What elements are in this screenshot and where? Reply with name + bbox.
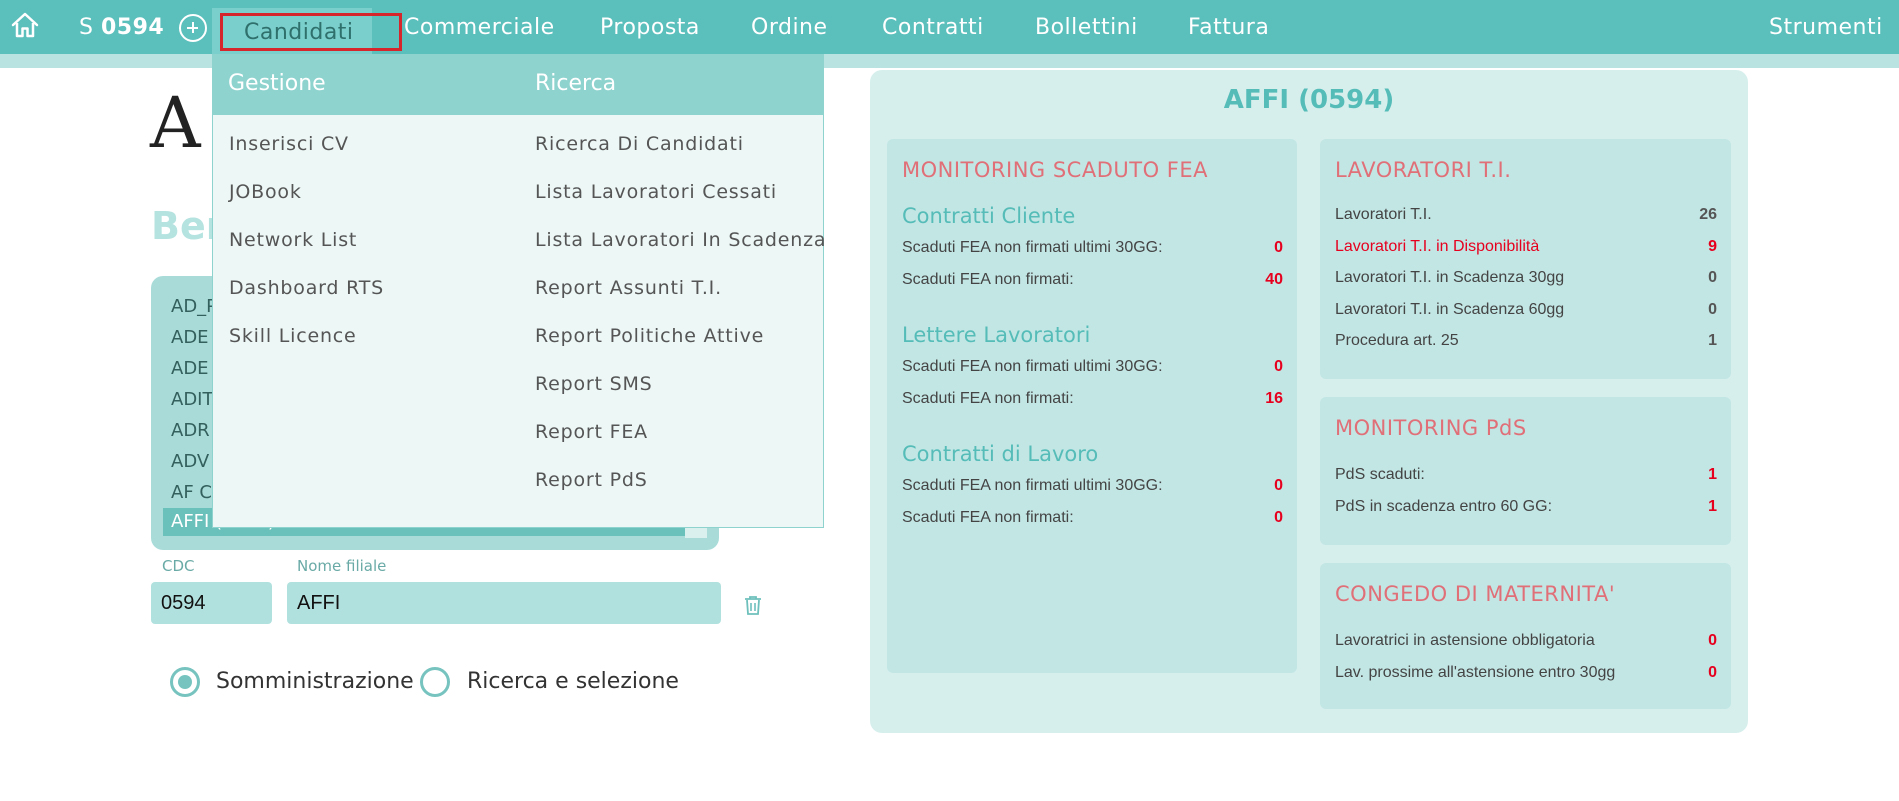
menu-item-report-assunti[interactable]: Report Assunti T.I. <box>535 277 722 299</box>
home-icon[interactable] <box>10 10 40 40</box>
maternita-row-label: Lav. prossime all'astensione entro 30gg <box>1335 664 1616 681</box>
nav-tools[interactable]: Strumenti <box>1769 15 1883 40</box>
maternita-row-value[interactable]: 0 <box>1677 632 1717 650</box>
maternita-row-value[interactable]: 0 <box>1677 664 1717 682</box>
list-item[interactable]: AD_P <box>171 296 217 317</box>
menu-item-ricerca-candidati[interactable]: Ricerca Di Candidati <box>535 133 744 155</box>
menu-item-skill-licence[interactable]: Skill Licence <box>229 325 357 347</box>
nav-tab-bollettini[interactable]: Bollettini <box>1035 15 1138 40</box>
radio-somministrazione[interactable] <box>170 667 200 697</box>
list-item[interactable]: ADV <box>171 451 209 472</box>
ricerca-header: Ricerca <box>535 71 617 96</box>
branch-code: 0594 <box>100 15 165 40</box>
card-fea-title: MONITORING SCADUTO FEA <box>902 158 1208 182</box>
lavoratori-row-label: Lavoratori T.I. <box>1335 206 1432 223</box>
nav-tab-proposta[interactable]: Proposta <box>600 15 700 40</box>
cdc-field[interactable]: 0594 <box>151 582 272 624</box>
dashboard-title: AFFI (0594) <box>1223 85 1395 115</box>
list-item[interactable]: ADR <box>171 420 210 441</box>
fea-row-label: Scaduti FEA non firmati ultimi 30GG: <box>902 239 1163 256</box>
menu-item-dashboard-rts[interactable]: Dashboard RTS <box>229 277 384 299</box>
pds-row-value[interactable]: 1 <box>1677 498 1717 516</box>
nav-tab-contratti[interactable]: Contratti <box>882 15 984 40</box>
fea-row-value[interactable]: 0 <box>1243 509 1283 527</box>
cdc-label: CDC <box>162 557 195 575</box>
fea-row-value[interactable]: 40 <box>1243 271 1283 289</box>
lavoratori-row-label: Lavoratori T.I. in Disponibilità <box>1335 238 1540 255</box>
pds-row-value[interactable]: 1 <box>1677 466 1717 484</box>
candidati-dropdown: Gestione Ricerca Inserisci CV JOBook Net… <box>212 54 826 528</box>
lavoratori-row-value[interactable]: 9 <box>1677 238 1717 256</box>
menu-item-report-fea[interactable]: Report FEA <box>535 421 648 443</box>
radio-ricerca-selezione-label: Ricerca e selezione <box>467 669 679 694</box>
menu-item-lavoratori-scadenza[interactable]: Lista Lavoratori In Scadenza <box>535 229 826 251</box>
menu-item-network-list[interactable]: Network List <box>229 229 357 251</box>
menu-item-report-politiche[interactable]: Report Politiche Attive <box>535 325 764 347</box>
menu-item-jobook[interactable]: JOBook <box>229 181 302 203</box>
nav-tab-commerciale[interactable]: Commerciale <box>404 15 555 40</box>
lavoratori-row-label: Procedura art. 25 <box>1335 332 1459 349</box>
branch-selector[interactable]: S 0594 <box>79 15 164 40</box>
fea-group-lettere-lavoratori: Lettere Lavoratori <box>902 323 1091 347</box>
lavoratori-row-value[interactable]: 0 <box>1677 301 1717 319</box>
nav-tab-ordine[interactable]: Ordine <box>751 15 828 40</box>
pds-row-label: PdS scaduti: <box>1335 466 1425 483</box>
fea-group-contratti-lavoro: Contratti di Lavoro <box>902 442 1099 466</box>
menu-item-lavoratori-cessati[interactable]: Lista Lavoratori Cessati <box>535 181 777 203</box>
fea-group-contratti-cliente: Contratti Cliente <box>902 204 1076 228</box>
lavoratori-row-value[interactable]: 0 <box>1677 269 1717 287</box>
card-pds-title: MONITORING PdS <box>1335 416 1527 440</box>
fea-row-value[interactable]: 0 <box>1243 239 1283 257</box>
lavoratori-row-label: Lavoratori T.I. in Scadenza 60gg <box>1335 301 1565 318</box>
fea-row-label: Scaduti FEA non firmati: <box>902 390 1074 407</box>
gestione-header: Gestione <box>228 71 326 96</box>
fea-row-value[interactable]: 16 <box>1243 390 1283 408</box>
nav-tab-fattura[interactable]: Fattura <box>1188 15 1269 40</box>
list-item[interactable]: AF C <box>171 482 212 503</box>
fea-row-label: Scaduti FEA non firmati ultimi 30GG: <box>902 358 1163 375</box>
list-item[interactable]: ADE <box>171 327 209 348</box>
lavoratori-row-value[interactable]: 26 <box>1677 206 1717 224</box>
card-maternita-title: CONGEDO DI MATERNITA' <box>1335 582 1616 606</box>
nav-tab-candidati[interactable]: Candidati <box>244 20 354 45</box>
menu-item-report-sms[interactable]: Report SMS <box>535 373 653 395</box>
radio-somministrazione-label: Somministrazione <box>216 669 414 694</box>
filiale-field[interactable]: AFFI <box>287 582 721 624</box>
trash-icon[interactable] <box>742 594 764 616</box>
menu-item-report-pds[interactable]: Report PdS <box>535 469 648 491</box>
fea-row-value[interactable]: 0 <box>1243 358 1283 376</box>
pds-row-label: PdS in scadenza entro 60 GG: <box>1335 498 1553 515</box>
fea-row-label: Scaduti FEA non firmati ultimi 30GG: <box>902 477 1163 494</box>
list-item[interactable]: ADIT <box>171 389 213 410</box>
brand-logo: A <box>150 82 201 164</box>
card-lavoratori-title: LAVORATORI T.I. <box>1335 158 1512 182</box>
fea-row-value[interactable]: 0 <box>1243 477 1283 495</box>
maternita-row-label: Lavoratrici in astensione obbligatoria <box>1335 632 1595 649</box>
add-icon[interactable] <box>179 14 207 42</box>
list-item[interactable]: ADE <box>171 358 209 379</box>
radio-ricerca-selezione[interactable] <box>420 667 450 697</box>
menu-item-inserisci-cv[interactable]: Inserisci CV <box>229 133 349 155</box>
lavoratori-row-value[interactable]: 1 <box>1677 332 1717 350</box>
lavoratori-row-label: Lavoratori T.I. in Scadenza 30gg <box>1335 269 1565 286</box>
fea-row-label: Scaduti FEA non firmati: <box>902 271 1074 288</box>
branch-prefix: S <box>79 15 94 40</box>
filiale-label: Nome filiale <box>297 557 387 575</box>
fea-row-label: Scaduti FEA non firmati: <box>902 509 1074 526</box>
